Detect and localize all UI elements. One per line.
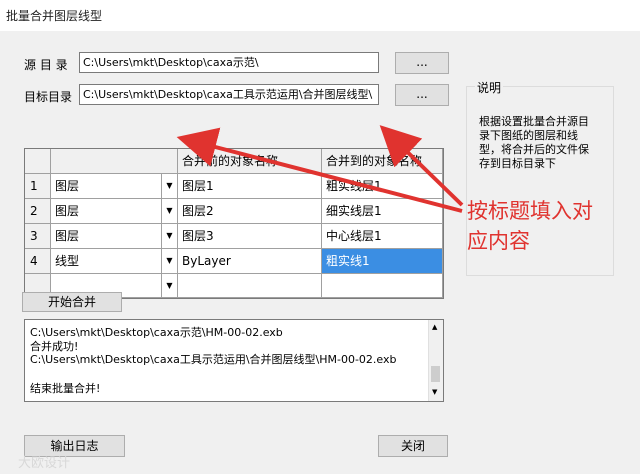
watermark-text: 大欧设计 xyxy=(18,456,71,471)
annotation-line: 按标题填入对 xyxy=(467,199,593,223)
annotation-text: 按标题填入对 应内容 xyxy=(467,196,593,256)
annotation-line: 应内容 xyxy=(467,229,530,253)
arrow-to-from-header xyxy=(176,127,463,213)
